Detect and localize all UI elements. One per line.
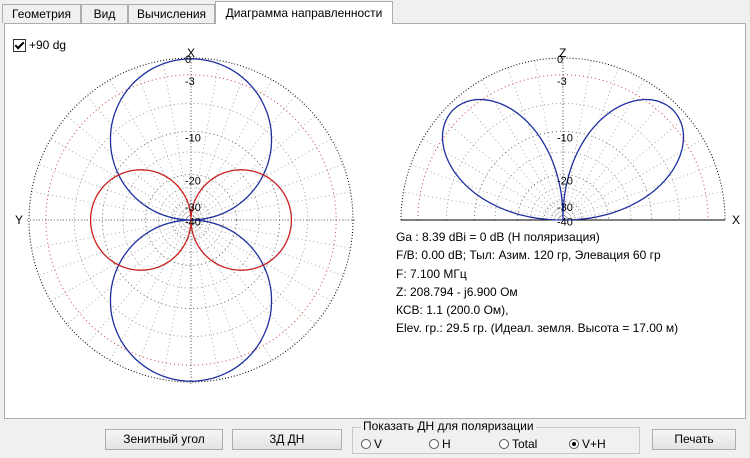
- pattern-panel: X Y 0 -3 -10 -20 -30 -40 Z X 0 -3 -10 -20 -30 -40 +90 …: [4, 23, 746, 419]
- zenith-angle-button[interactable]: Зенитный угол: [105, 429, 223, 450]
- grid-spoke: [458, 95, 564, 221]
- radio-h[interactable]: H: [429, 437, 451, 451]
- impedance-text: Z: 208.794 - j6.900 Ом: [396, 284, 518, 299]
- ring-label: 0: [185, 54, 191, 66]
- grid-spoke: [438, 115, 564, 221]
- ring-label: 0: [557, 54, 563, 66]
- polarization-group: Показать ДН для поляризации V H Total V+…: [352, 420, 640, 454]
- grid-spoke: [410, 164, 564, 221]
- grid-spoke: [562, 95, 668, 221]
- ring-label: -3: [557, 76, 567, 88]
- radio-total-dot[interactable]: [499, 439, 509, 449]
- pattern-plots: XY0-3-10-20-30-40 ZX0-3-10-20-30-40: [15, 46, 740, 384]
- fb-text: F/B: 0.00 dB; Тыл: Азим. 120 гр, Элеваци…: [396, 248, 661, 263]
- polarization-title: Показать ДН для поляризации: [361, 419, 536, 433]
- radio-vh[interactable]: V+H: [569, 437, 606, 451]
- radio-vh-label: V+H: [582, 437, 606, 451]
- ring-label: -3: [185, 76, 195, 88]
- radio-vh-dot[interactable]: [569, 439, 579, 449]
- grid-spoke: [135, 67, 192, 221]
- radio-total-label: Total: [512, 437, 538, 451]
- grid-spoke: [190, 219, 344, 276]
- radio-h-dot[interactable]: [429, 439, 439, 449]
- antenna-info: Ga : 8.39 dBi = 0 dB (H поляризация) F/B…: [396, 228, 678, 338]
- grid-spoke: [422, 138, 564, 221]
- tab-calculations[interactable]: Вычисления: [128, 4, 215, 23]
- grid-spoke: [190, 164, 344, 221]
- ring-label: -30: [557, 202, 573, 214]
- grid-spoke: [190, 219, 316, 325]
- grid-spoke: [190, 115, 316, 221]
- print-button[interactable]: Печать: [652, 429, 736, 450]
- grid-spoke: [562, 164, 716, 221]
- grid-spoke: [135, 219, 192, 373]
- tab-view[interactable]: Вид: [81, 4, 128, 23]
- grid-spoke: [481, 79, 564, 221]
- grid-spoke: [190, 219, 247, 373]
- ring-label: -10: [185, 132, 201, 144]
- ring-label: -20: [557, 175, 573, 187]
- grid-spoke: [562, 138, 704, 221]
- radio-total[interactable]: Total: [499, 437, 537, 451]
- radio-v-label: V: [374, 437, 383, 451]
- grid-spoke: [190, 79, 273, 221]
- plus90-label: +90 dg: [29, 38, 67, 52]
- grid-spoke: [507, 67, 564, 221]
- grid-spoke: [162, 219, 192, 380]
- ring-label: -40: [185, 216, 201, 228]
- elevation-plot: ZX0-3-10-20-30-40: [400, 46, 740, 228]
- checkbox-check-icon[interactable]: [13, 38, 26, 52]
- ring-label: -10: [557, 132, 573, 144]
- ring-label: -40: [557, 216, 573, 228]
- grid-spoke: [38, 164, 192, 221]
- 3d-pattern-button[interactable]: 3Д ДН: [232, 429, 342, 450]
- tab-geometry[interactable]: Геометрия: [2, 4, 81, 23]
- azimuth-plot: XY0-3-10-20-30-40: [15, 46, 355, 384]
- grid-spoke: [562, 115, 688, 221]
- elevation-axis-right: X: [732, 213, 740, 227]
- grid-spoke: [190, 219, 220, 380]
- ring-label: -30: [185, 202, 201, 214]
- azimuth-axis-left: Y: [15, 213, 23, 227]
- grid-spoke: [403, 191, 564, 221]
- grid-spoke: [66, 115, 192, 221]
- radio-v[interactable]: V: [361, 437, 382, 451]
- ring-label: -20: [185, 175, 201, 187]
- grid-spoke: [190, 219, 273, 361]
- radio-v-dot[interactable]: [361, 439, 371, 449]
- plus90-checkbox[interactable]: +90 dg: [13, 38, 66, 52]
- grid-spoke: [38, 219, 192, 276]
- tab-radiation-pattern[interactable]: Диаграмма направленности: [215, 1, 393, 24]
- grid-spoke: [562, 191, 723, 221]
- elevation-text: Elev. гр.: 29.5 гр. (Идеал. земля. Высот…: [396, 321, 679, 336]
- gain-text: Ga : 8.39 dBi = 0 dB (H поляризация): [396, 230, 600, 244]
- tab-strip: Геометрия Вид Вычисления Диаграмма напра…: [0, 0, 750, 24]
- frequency-text: F: 7.100 МГц: [396, 266, 467, 281]
- radio-h-label: H: [442, 437, 451, 451]
- grid-spoke: [66, 219, 192, 325]
- swr-text: КСВ: 1.1 (200.0 Ом),: [396, 303, 509, 318]
